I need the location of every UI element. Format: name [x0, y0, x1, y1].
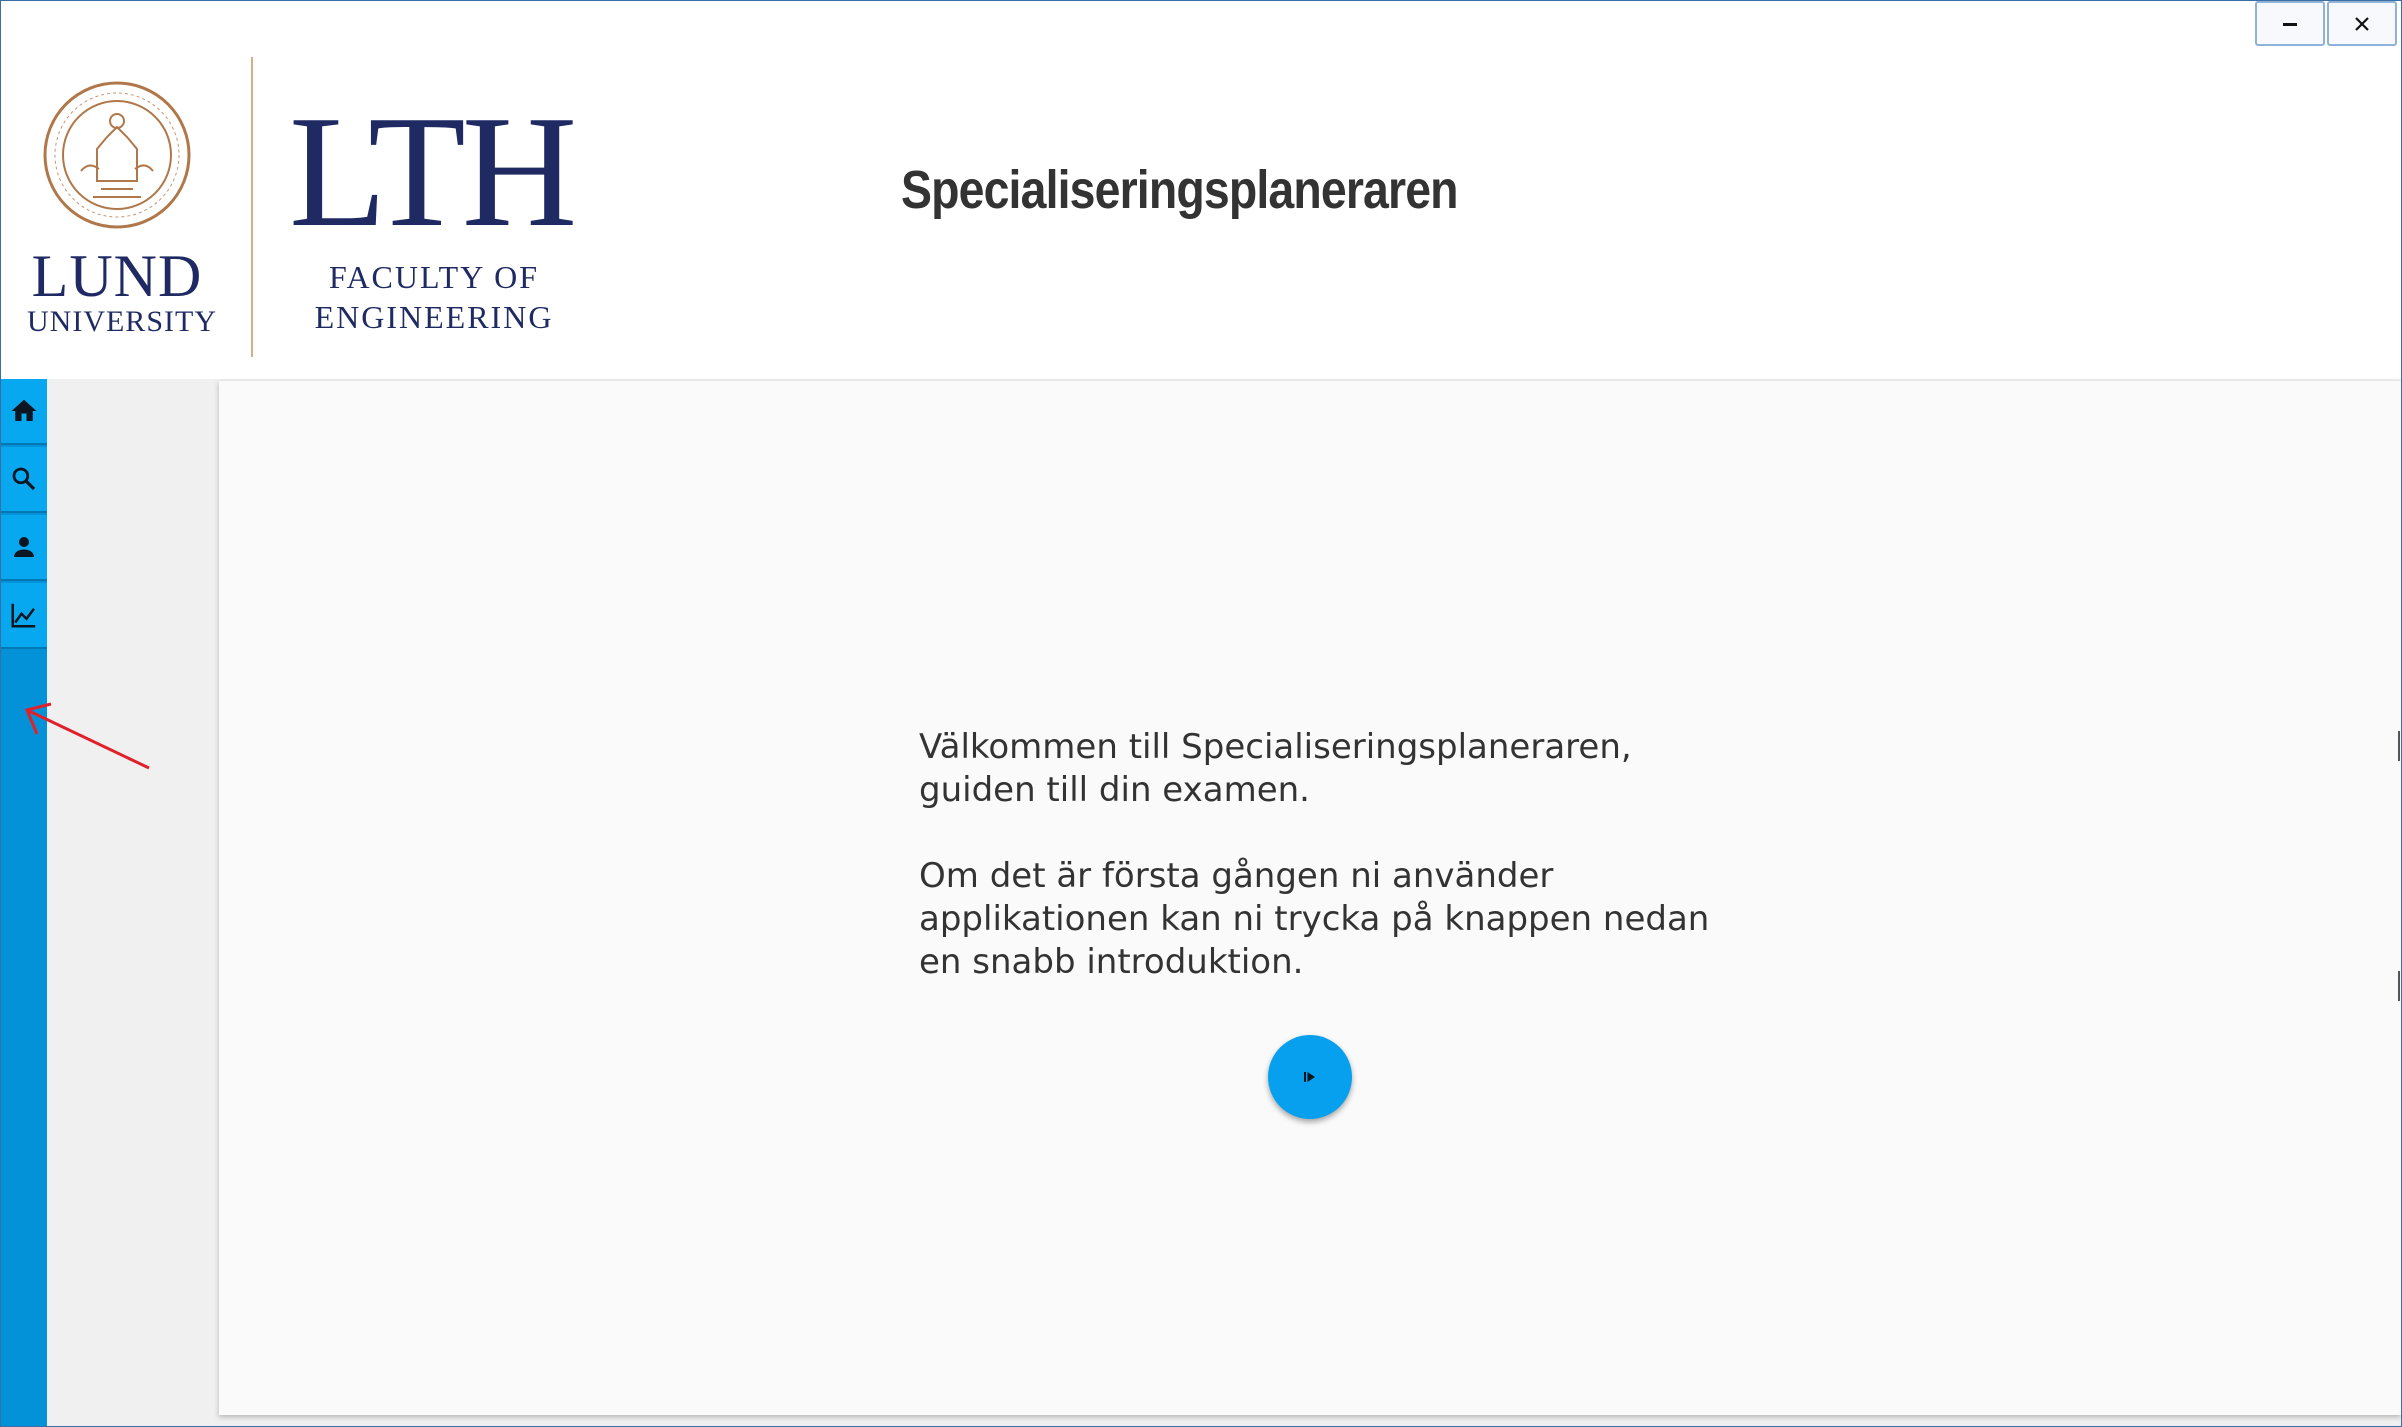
window-controls [2255, 1, 2397, 46]
sidebar-item-home[interactable] [1, 379, 47, 445]
lund-wordmark: LUND [31, 243, 203, 309]
minimize-button[interactable] [2255, 1, 2325, 46]
sidebar-item-statistics[interactable] [1, 583, 47, 649]
faculty-line-1: FACULTY OF [329, 259, 539, 295]
faculty-line-2: ENGINEERING [314, 299, 554, 335]
right-edge-marks [2398, 731, 2400, 1001]
sidebar [1, 379, 47, 1426]
welcome-text: Välkommen till Specialiseringsplaneraren… [919, 726, 1739, 1027]
close-button[interactable] [2327, 1, 2397, 46]
welcome-card: Välkommen till Specialiseringsplaneraren… [219, 381, 2401, 1415]
header: LUND UNIVERSITY LTH FACULTY OF ENGINEERI… [1, 1, 2401, 379]
app-title: Specialiseringsplaneraren [901, 160, 1459, 220]
logo-divider [251, 57, 253, 357]
minimize-icon [2283, 22, 2297, 26]
lth-wordmark: LTH [289, 82, 577, 260]
person-icon [14, 537, 34, 557]
lund-seal-icon [43, 81, 191, 229]
sidebar-item-profile[interactable] [1, 515, 47, 581]
play-step-icon [1304, 1072, 1315, 1082]
search-icon [12, 467, 36, 491]
welcome-paragraph-2: Om det är första gången ni använder appl… [919, 856, 1710, 982]
lund-university-logo: LUND UNIVERSITY [27, 63, 217, 343]
line-chart-icon [11, 603, 36, 628]
university-wordmark: UNIVERSITY [27, 305, 217, 338]
app-window: LUND UNIVERSITY LTH FACULTY OF ENGINEERI… [0, 0, 2402, 1427]
welcome-paragraph-1: Välkommen till Specialiseringsplaneraren… [919, 727, 1632, 810]
close-icon [2355, 16, 2369, 31]
start-intro-button[interactable] [1268, 1035, 1352, 1119]
home-icon [11, 399, 37, 421]
annotation-arrow [24, 702, 150, 770]
sidebar-item-search[interactable] [1, 447, 47, 513]
